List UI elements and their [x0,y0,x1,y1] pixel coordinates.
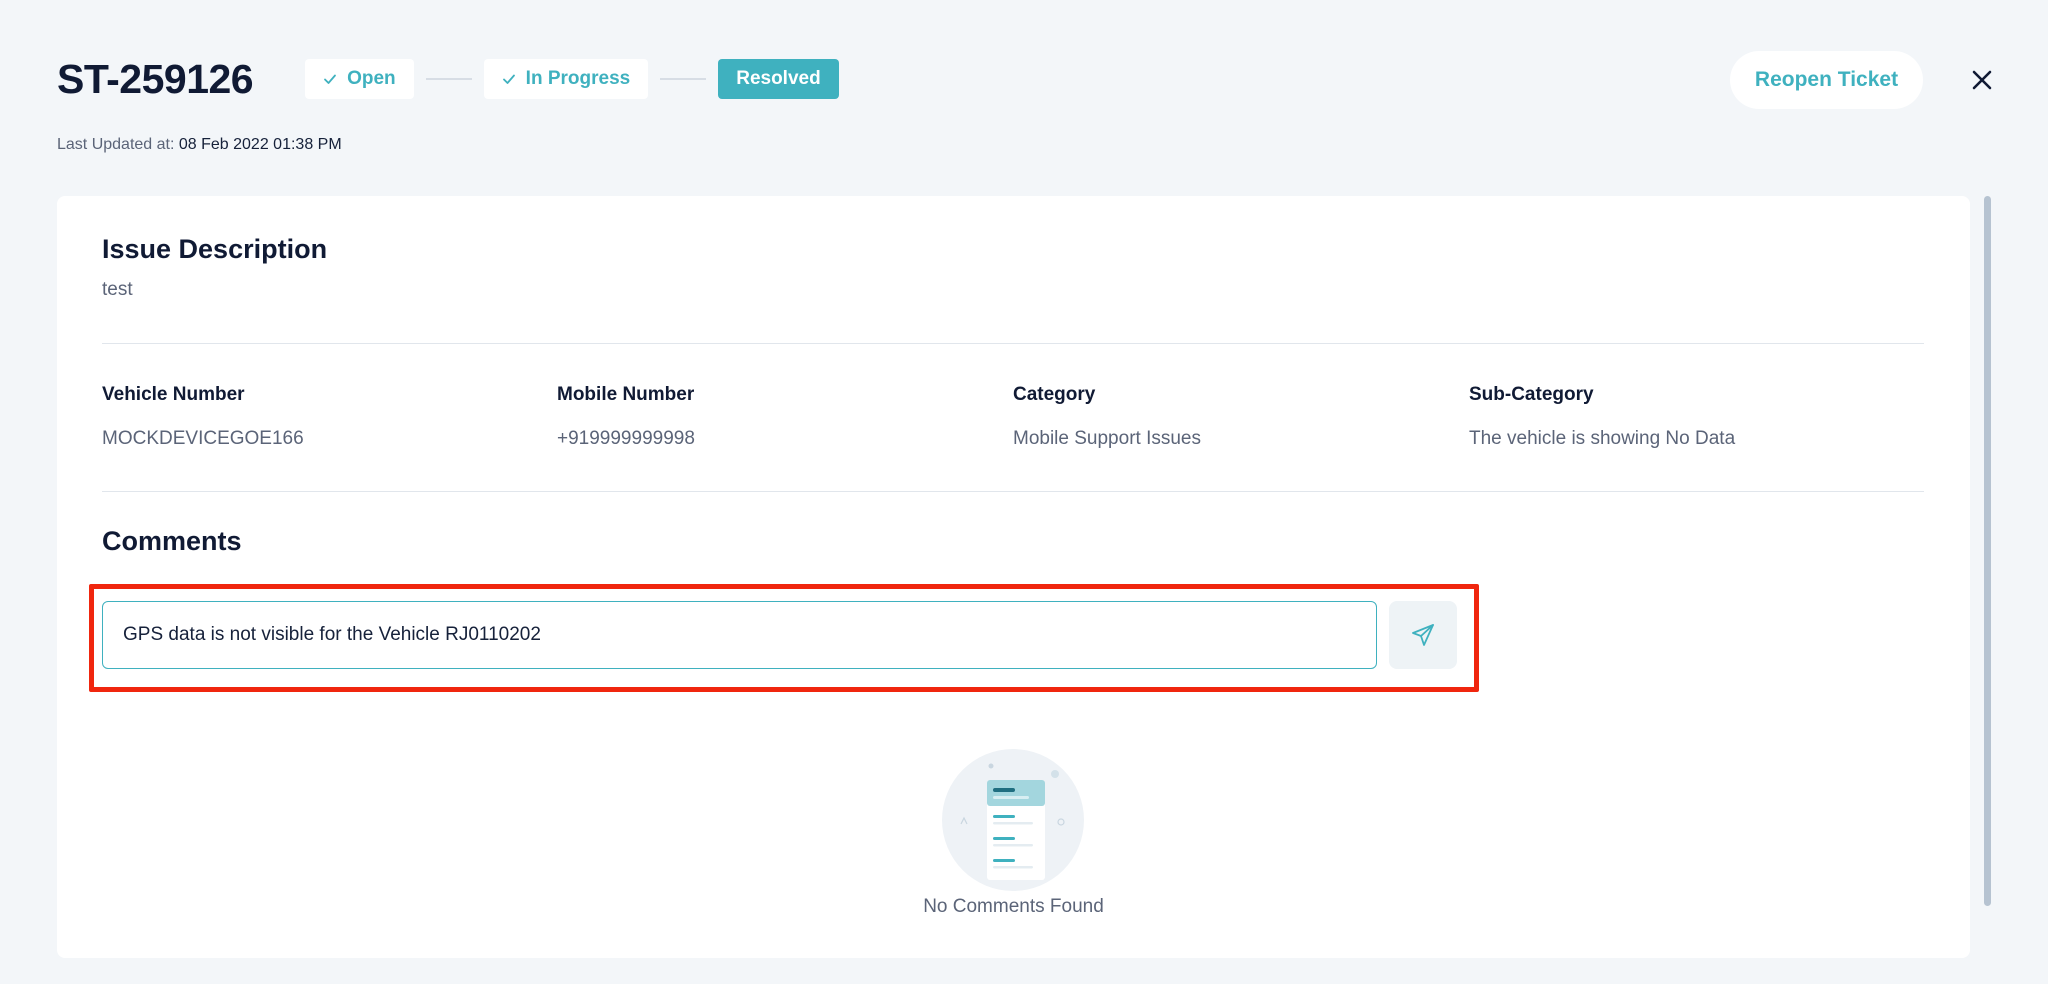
comment-input[interactable] [102,601,1377,669]
detail-value: Mobile Support Issues [1013,428,1201,449]
detail-label: Vehicle Number [102,384,245,405]
step-resolved-label: Resolved [736,68,821,89]
step-resolved: Resolved [718,59,839,99]
detail-sub-category: Sub-Category The vehicle is showing No D… [1469,384,1735,450]
divider [102,491,1924,492]
status-stepper: Open In Progress Resolved [305,59,839,99]
ticket-id: ST-259126 [57,55,254,102]
close-icon [1972,70,1992,90]
detail-label: Category [1013,384,1096,405]
step-open: Open [305,59,414,99]
step-in-progress-label: In Progress [525,68,631,89]
empty-comments-illustration [942,749,1084,891]
detail-category: Category Mobile Support Issues [1013,384,1201,450]
detail-vehicle-number: Vehicle Number MOCKDEVICEGOE166 [102,384,304,450]
detail-value: +919999999998 [557,428,695,449]
send-comment-button[interactable] [1389,601,1457,669]
issue-description-title: Issue Description [102,234,328,264]
detail-label: Mobile Number [557,384,695,405]
detail-label: Sub-Category [1469,384,1594,405]
divider [102,343,1924,344]
issue-description-text: test [102,279,133,300]
no-comments-text: No Comments Found [923,896,1104,917]
scrollbar[interactable] [1984,196,1991,906]
last-updated-label: Last Updated at: [57,136,175,153]
check-icon [324,74,337,84]
step-in-progress: In Progress [483,59,649,99]
ticket-header: ST-259126 Open In Progress Resolved [57,52,839,106]
detail-mobile-number: Mobile Number +919999999998 [557,384,695,450]
close-button[interactable] [1968,66,1996,94]
step-connector [425,78,472,80]
step-connector [660,78,707,80]
reopen-ticket-button[interactable]: Reopen Ticket [1730,51,1923,109]
send-icon [1412,624,1434,646]
check-icon [502,74,515,84]
detail-value: MOCKDEVICEGOE166 [102,428,304,449]
comments-title: Comments [102,526,242,556]
last-updated-value: 08 Feb 2022 01:38 PM [178,136,342,153]
last-updated: Last Updated at: 08 Feb 2022 01:38 PM [57,136,342,154]
step-open-label: Open [347,68,396,89]
ticket-details-card: Issue Description test Vehicle Number MO… [57,196,1970,958]
detail-value: The vehicle is showing No Data [1469,428,1736,449]
